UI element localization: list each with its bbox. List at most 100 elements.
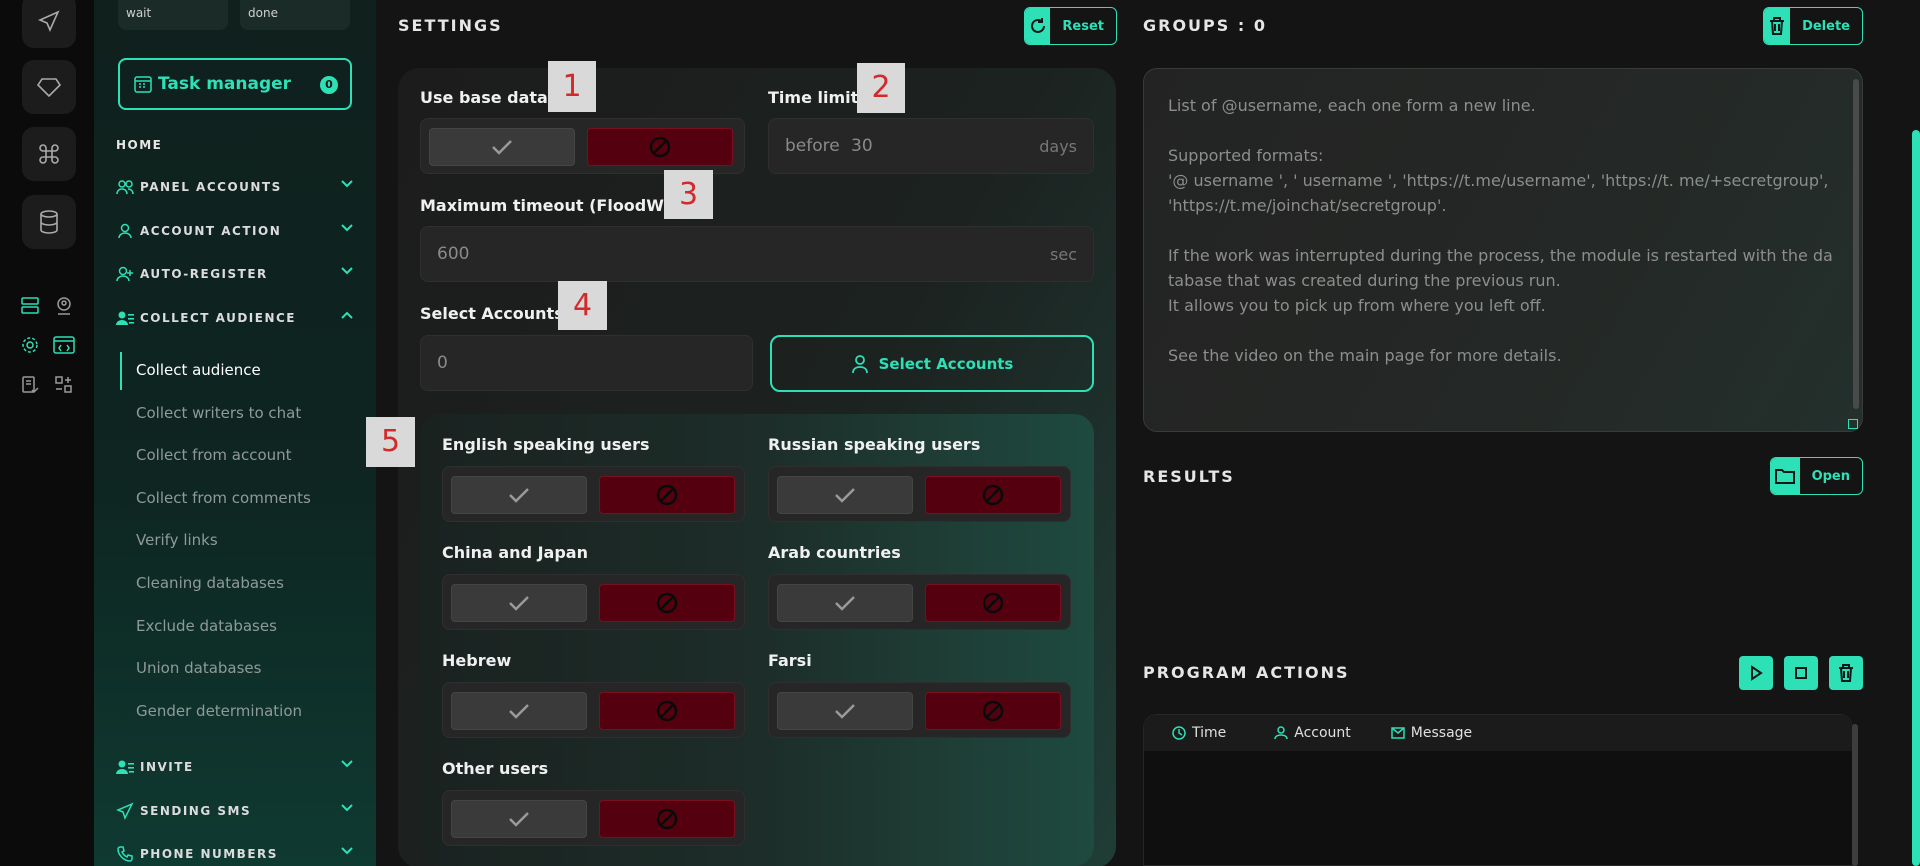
annotation-marker-3: 3	[664, 170, 713, 219]
settings-title: SETTINGS	[398, 16, 503, 35]
log-scrollbar[interactable]	[1852, 724, 1858, 866]
lang-label-hebrew: Hebrew	[442, 651, 512, 670]
accounts-count-field[interactable]: 0	[420, 335, 753, 391]
trash-icon	[1770, 17, 1785, 35]
sidebar-item-collect-from-comments[interactable]: Collect from comments	[136, 489, 311, 507]
sidebar-item-verify-links[interactable]: Verify links	[136, 531, 218, 549]
nav-section-label: PHONE NUMBERS	[140, 847, 278, 861]
toggle-yes-button[interactable]	[777, 584, 913, 622]
groups-placeholder-line: If the work was interrupted during the p…	[1168, 246, 1833, 290]
toggle-no-button[interactable]	[925, 692, 1061, 730]
database-nav-button[interactable]	[22, 195, 76, 249]
nav-section-panel-accounts[interactable]: PANEL ACCOUNTS	[116, 176, 354, 198]
toggle-yes-button[interactable]	[777, 476, 913, 514]
chevron-down-icon	[341, 267, 353, 275]
mail-icon	[1391, 727, 1405, 739]
nav-section-phone-numbers[interactable]: PHONE NUMBERS	[116, 843, 354, 865]
page-scrollbar[interactable]	[1912, 130, 1920, 866]
use-base-data-toggle	[420, 118, 745, 174]
sidebar-item-exclude-databases[interactable]: Exclude databases	[136, 617, 277, 635]
trash-icon	[1839, 664, 1853, 682]
lang-toggle-arab	[768, 574, 1071, 630]
server-list-icon[interactable]	[19, 295, 41, 317]
log-column-message[interactable]: Message	[1391, 725, 1472, 741]
nav-section-invite[interactable]: INVITE	[116, 756, 354, 778]
groups-placeholder-line: List of @username, each one form a new l…	[1168, 96, 1536, 115]
location-user-icon[interactable]	[53, 295, 75, 317]
user-list-icon	[116, 758, 134, 776]
send-nav-button[interactable]	[22, 0, 76, 48]
groups-placeholder-line: '@ username ', ' username ', 'https://t.…	[1168, 171, 1829, 215]
sidebar-item-collect-from-account[interactable]: Collect from account	[136, 446, 292, 464]
doc-check-icon[interactable]	[19, 374, 41, 396]
toggle-yes-button[interactable]	[451, 692, 587, 730]
toggle-yes-button[interactable]	[429, 128, 575, 166]
annotation-marker-2: 2	[857, 63, 905, 113]
log-column-time[interactable]: Time	[1172, 725, 1226, 741]
log-column-label: Time	[1192, 725, 1227, 741]
reset-button[interactable]: Reset	[1024, 7, 1117, 45]
toggle-no-button[interactable]	[587, 128, 733, 166]
sidebar-item-collect-audience[interactable]: Collect audience	[136, 361, 261, 379]
toggle-no-button[interactable]	[925, 476, 1061, 514]
nav-section-sending-sms[interactable]: SENDING SMS	[116, 800, 354, 822]
lang-toggle-russian	[768, 466, 1071, 522]
stop-button[interactable]	[1784, 656, 1818, 690]
resize-handle[interactable]	[1848, 419, 1858, 429]
phone-icon	[116, 845, 134, 863]
sidebar-item-cleaning-databases[interactable]: Cleaning databases	[136, 574, 284, 592]
delete-button[interactable]: Delete	[1763, 7, 1863, 45]
toggle-yes-button[interactable]	[451, 800, 587, 838]
actions-log-table: Time Account Message	[1143, 714, 1853, 866]
send-icon	[38, 10, 60, 32]
nav-home[interactable]: HOME	[116, 138, 162, 152]
groups-placeholder-line	[1168, 218, 1838, 243]
task-manager-button[interactable]: Task manager 0	[118, 58, 352, 110]
sidebar-item-union-databases[interactable]: Union databases	[136, 659, 261, 677]
gear-icon[interactable]	[19, 334, 41, 356]
toggle-no-button[interactable]	[599, 584, 735, 622]
groups-scrollbar[interactable]	[1853, 79, 1859, 409]
command-nav-button[interactable]	[22, 127, 76, 181]
time-limit-suffix: days	[1039, 137, 1077, 156]
check-icon	[509, 596, 529, 611]
time-limit-field[interactable]: before 30 days	[768, 118, 1094, 174]
toggle-no-button[interactable]	[599, 476, 735, 514]
chevron-up-icon	[341, 311, 353, 319]
toggle-no-button[interactable]	[599, 800, 735, 838]
nav-section-account-action[interactable]: ACCOUNT ACTION	[116, 220, 354, 242]
status-pill-wait[interactable]: wait	[118, 0, 228, 30]
clear-log-button[interactable]	[1829, 656, 1863, 690]
open-button[interactable]: Open	[1770, 457, 1863, 495]
toggle-no-button[interactable]	[925, 584, 1061, 622]
max-timeout-value: 600	[437, 244, 470, 264]
nav-section-auto-register[interactable]: AUTO-REGISTER	[116, 263, 354, 285]
grid-shapes-icon[interactable]	[53, 374, 75, 396]
toggle-no-button[interactable]	[599, 692, 735, 730]
refresh-icon	[1030, 18, 1045, 33]
max-timeout-field[interactable]: 600 sec	[420, 226, 1094, 282]
toggle-yes-button[interactable]	[777, 692, 913, 730]
active-indicator	[120, 352, 122, 390]
send-icon	[116, 802, 134, 820]
diamond-nav-button[interactable]	[22, 60, 76, 114]
groups-textarea[interactable]: List of @username, each one form a new l…	[1143, 68, 1863, 432]
icon-rail	[0, 0, 94, 866]
play-button[interactable]	[1739, 656, 1773, 690]
code-window-icon[interactable]	[53, 334, 75, 356]
log-column-account[interactable]: Account	[1274, 725, 1351, 741]
toggle-yes-button[interactable]	[451, 476, 587, 514]
diamond-icon	[36, 78, 62, 98]
status-pill-done[interactable]: done	[240, 0, 350, 30]
ban-icon	[656, 484, 678, 506]
lang-toggle-other	[442, 790, 745, 846]
sidebar-item-gender-determination[interactable]: Gender determination	[136, 702, 302, 720]
select-accounts-button[interactable]: Select Accounts	[770, 335, 1094, 392]
groups-placeholder-line: It allows you to pick up from where you …	[1168, 296, 1546, 315]
lang-toggle-farsi	[768, 682, 1071, 738]
sidebar-item-collect-writers[interactable]: Collect writers to chat	[136, 404, 301, 422]
reset-label: Reset	[1062, 18, 1104, 34]
users-icon	[116, 178, 134, 196]
toggle-yes-button[interactable]	[451, 584, 587, 622]
nav-section-collect-audience[interactable]: COLLECT AUDIENCE	[116, 307, 354, 329]
